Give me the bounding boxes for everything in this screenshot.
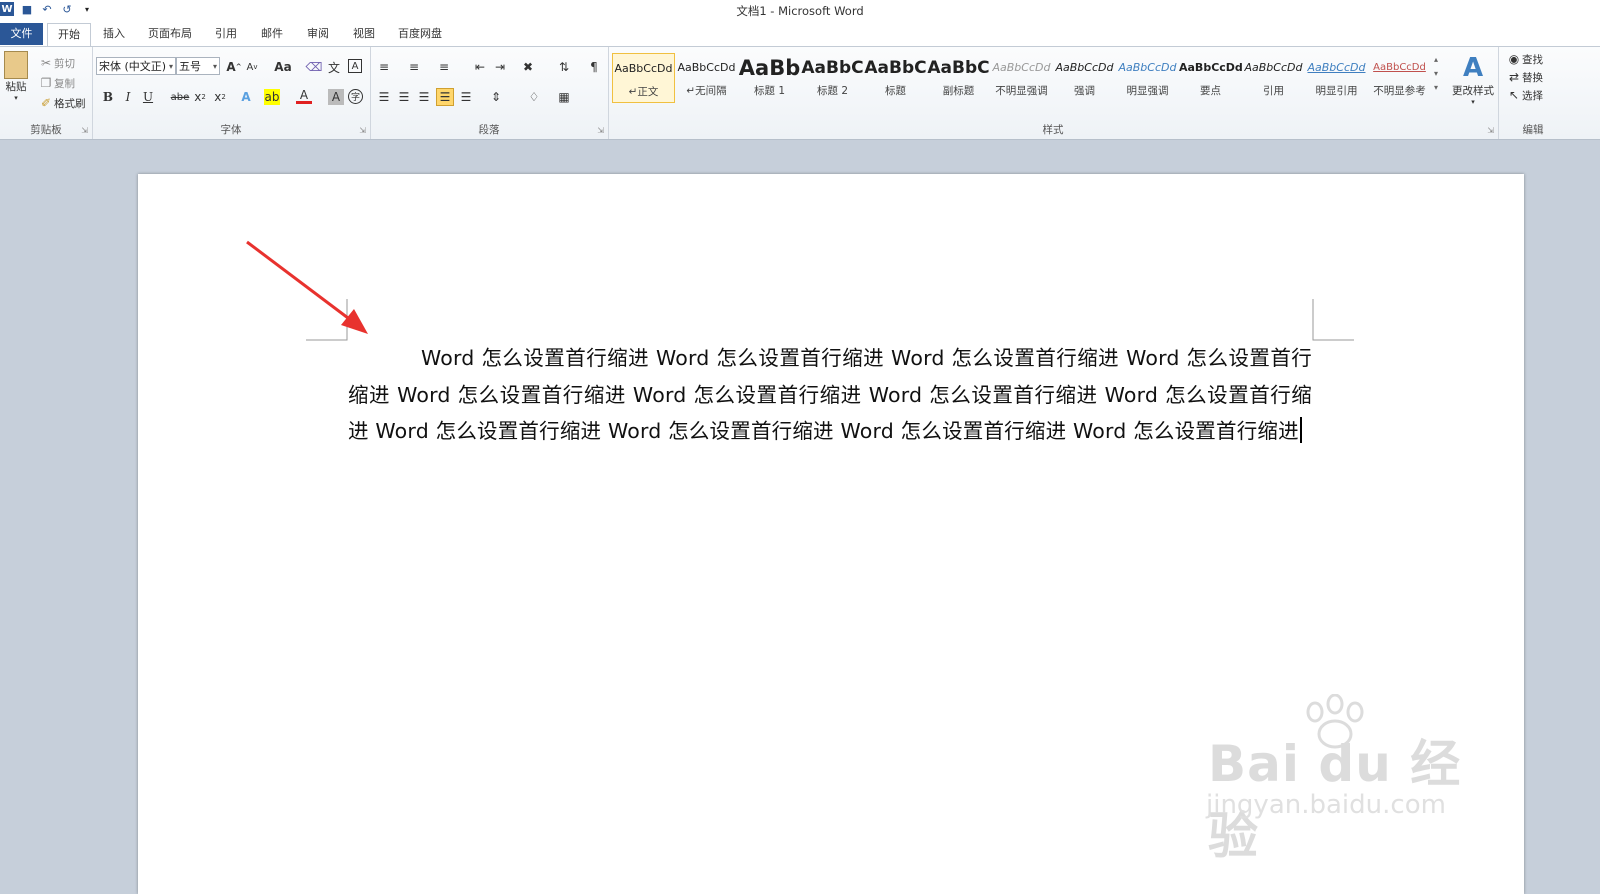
corner-mark-top-right xyxy=(1312,299,1354,341)
corner-mark-top-left xyxy=(306,299,348,341)
baidu-watermark: Bai du 经验 jingyan.baidu.com xyxy=(1200,694,1500,865)
text-caret xyxy=(1299,417,1302,443)
annotation-arrow-head xyxy=(341,309,368,334)
watermark-url: jingyan.baidu.com xyxy=(1206,790,1446,820)
document-paragraph[interactable]: Word 怎么设置首行缩进 Word 怎么设置首行缩进 Word 怎么设置首行缩… xyxy=(348,340,1312,450)
paragraph-text: Word 怎么设置首行缩进 Word 怎么设置首行缩进 Word 怎么设置首行缩… xyxy=(348,346,1312,443)
annotation-arrow-line xyxy=(246,240,357,326)
